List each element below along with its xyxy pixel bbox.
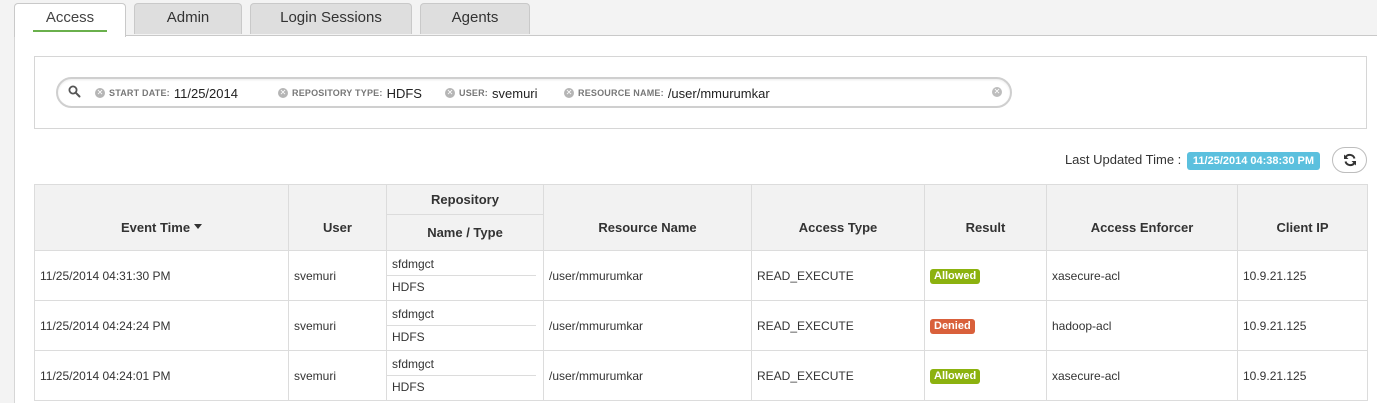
repo-name: sfdmgct bbox=[387, 253, 536, 276]
header-access-enforcer: Access Enforcer bbox=[1046, 184, 1238, 251]
header-resource-name-label: Resource Name bbox=[598, 220, 697, 235]
cell-event-time: 11/25/2014 04:24:01 PM bbox=[34, 350, 289, 401]
access-audit-table: Event Time User Repository Resource Name… bbox=[34, 184, 1368, 401]
facet-start-date[interactable]: ✕ START DATE: 11/25/2014 bbox=[95, 79, 238, 106]
facet-category: USER: bbox=[459, 88, 489, 99]
repo-type: HDFS bbox=[392, 379, 425, 394]
facet-category: START DATE: bbox=[109, 88, 170, 99]
cell-result: Denied bbox=[924, 300, 1047, 351]
header-result: Result bbox=[924, 184, 1047, 251]
cell-user: svemuri bbox=[288, 250, 387, 301]
header-repository-label: Repository bbox=[431, 192, 499, 207]
result-badge-allowed: Allowed bbox=[930, 368, 981, 384]
header-access-enforcer-label: Access Enforcer bbox=[1090, 220, 1194, 235]
cell-repository: sfdmgct HDFS bbox=[386, 300, 544, 351]
cell-access-enforcer: xasecure-acl bbox=[1046, 350, 1238, 401]
header-client-ip-label: Client IP bbox=[1276, 220, 1329, 235]
active-tab-indicator bbox=[33, 30, 107, 32]
tab-admin-label: Admin bbox=[166, 9, 210, 26]
last-updated-badge: 11/25/2014 04:38:30 PM bbox=[1186, 152, 1320, 170]
cell-resource-name: /user/mmurumkar bbox=[543, 250, 752, 301]
header-repository: Repository bbox=[386, 184, 544, 215]
cell-client-ip: 10.9.21.125 bbox=[1237, 350, 1368, 401]
tab-access-label: Access bbox=[45, 9, 95, 26]
tab-access[interactable]: Access bbox=[14, 3, 126, 37]
tab-login-sessions[interactable]: Login Sessions bbox=[250, 3, 412, 34]
facet-category: RESOURCE NAME: bbox=[578, 88, 664, 99]
cell-event-time: 11/25/2014 04:24:24 PM bbox=[34, 300, 289, 351]
tab-admin[interactable]: Admin bbox=[134, 3, 242, 34]
header-access-type: Access Type bbox=[751, 184, 925, 251]
tab-agents-label: Agents bbox=[451, 9, 499, 26]
cell-user: svemuri bbox=[288, 350, 387, 401]
table-row: 11/25/2014 04:31:30 PM svemuri sfdmgct H… bbox=[34, 250, 1368, 301]
sort-desc-icon[interactable] bbox=[194, 224, 203, 230]
facet-resource-name[interactable]: ✕ RESOURCE NAME: /user/mmurumkar bbox=[564, 79, 770, 106]
header-user-label: User bbox=[323, 220, 352, 235]
cell-access-enforcer: xasecure-acl bbox=[1046, 250, 1238, 301]
remove-facet-icon[interactable]: ✕ bbox=[564, 87, 574, 98]
refresh-button[interactable] bbox=[1332, 147, 1367, 173]
cell-resource-name: /user/mmurumkar bbox=[543, 300, 752, 351]
visual-search-input[interactable]: ✕ START DATE: 11/25/2014 ✕ REPOSITORY TYPE:… bbox=[56, 77, 1012, 108]
header-result-label: Result bbox=[965, 220, 1006, 235]
cell-access-enforcer: hadoop-acl bbox=[1046, 300, 1238, 351]
cell-user: svemuri bbox=[288, 300, 387, 351]
header-access-type-label: Access Type bbox=[798, 220, 878, 235]
last-updated-label: Last Updated Time : bbox=[1064, 152, 1182, 167]
facet-repository-type[interactable]: ✕ REPOSITORY TYPE: HDFS bbox=[278, 79, 422, 106]
facet-user[interactable]: ✕ USER: svemuri bbox=[445, 79, 538, 106]
cell-result: Allowed bbox=[924, 350, 1047, 401]
facet-category: REPOSITORY TYPE: bbox=[292, 88, 383, 99]
repo-type: HDFS bbox=[392, 329, 425, 344]
cell-client-ip: 10.9.21.125 bbox=[1237, 250, 1368, 301]
repo-type: HDFS bbox=[392, 279, 425, 294]
refresh-icon bbox=[1343, 153, 1356, 167]
table-row: 11/25/2014 04:24:24 PM svemuri sfdmgct H… bbox=[34, 300, 1368, 351]
repo-name: sfdmgct bbox=[387, 303, 536, 326]
header-client-ip: Client IP bbox=[1237, 184, 1368, 251]
cell-access-type: READ_EXECUTE bbox=[751, 250, 925, 301]
tab-bar: Access Admin Login Sessions Agents bbox=[14, 3, 1377, 37]
header-user: User bbox=[288, 184, 387, 251]
remove-facet-icon[interactable]: ✕ bbox=[278, 87, 288, 98]
search-panel: ✕ START DATE: 11/25/2014 ✕ REPOSITORY TYPE:… bbox=[34, 56, 1367, 129]
remove-facet-icon[interactable]: ✕ bbox=[95, 87, 105, 98]
last-updated: Last Updated Time : 11/25/2014 04:38:30 … bbox=[1065, 150, 1320, 170]
header-name-type-label: Name / Type bbox=[427, 225, 503, 240]
cell-client-ip: 10.9.21.125 bbox=[1237, 300, 1368, 351]
header-resource-name: Resource Name bbox=[543, 184, 752, 251]
cell-event-time: 11/25/2014 04:31:30 PM bbox=[34, 250, 289, 301]
tab-agents[interactable]: Agents bbox=[420, 3, 530, 34]
facet-value[interactable]: svemuri bbox=[492, 86, 538, 101]
cell-access-type: READ_EXECUTE bbox=[751, 300, 925, 351]
cell-resource-name: /user/mmurumkar bbox=[543, 350, 752, 401]
tab-login-sessions-label: Login Sessions bbox=[280, 9, 382, 26]
facet-value[interactable]: HDFS bbox=[387, 86, 422, 101]
cell-access-type: READ_EXECUTE bbox=[751, 350, 925, 401]
table-row: 11/25/2014 04:24:01 PM svemuri sfdmgct H… bbox=[34, 350, 1368, 401]
cell-repository: sfdmgct HDFS bbox=[386, 350, 544, 401]
header-name-type: Name / Type bbox=[386, 214, 544, 251]
clear-search-icon[interactable]: ✕ bbox=[992, 87, 1002, 97]
facet-value[interactable]: /user/mmurumkar bbox=[668, 86, 770, 101]
facet-value[interactable]: 11/25/2014 bbox=[174, 86, 238, 101]
remove-facet-icon[interactable]: ✕ bbox=[445, 87, 455, 98]
result-badge-denied: Denied bbox=[930, 318, 975, 334]
cell-repository: sfdmgct HDFS bbox=[386, 250, 544, 301]
header-event-time-label: Event Time bbox=[120, 220, 191, 235]
repo-name: sfdmgct bbox=[387, 353, 536, 376]
result-badge-allowed: Allowed bbox=[930, 268, 981, 284]
cell-result: Allowed bbox=[924, 250, 1047, 301]
search-icon bbox=[68, 85, 81, 98]
header-event-time[interactable]: Event Time bbox=[34, 184, 289, 251]
